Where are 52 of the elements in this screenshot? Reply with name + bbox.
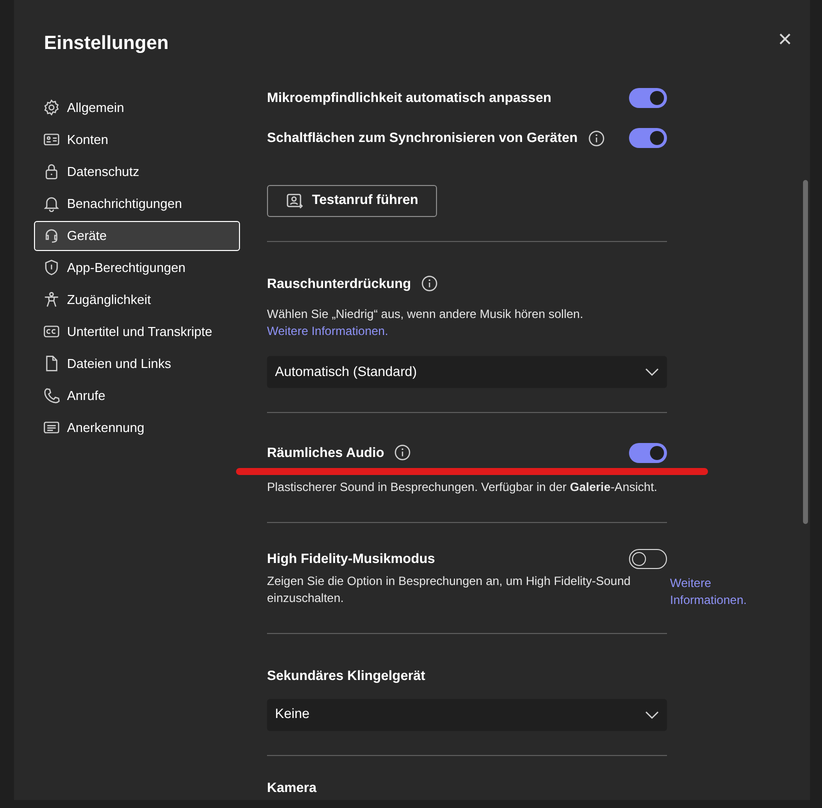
- document-icon: [43, 355, 60, 372]
- setting-title: Schaltflächen zum Synchronisieren von Geräten: [267, 129, 578, 148]
- dropdown[interactable]: Automatisch (Standard): [267, 356, 667, 388]
- setting-title: High Fidelity-Musikmodus: [267, 550, 436, 568]
- sidebar-item[interactable]: Dateien und Links: [34, 348, 240, 378]
- person-call-icon: [286, 192, 304, 210]
- bell-icon: [43, 195, 60, 212]
- setting-title: Sekundäres Klingelgerät: [267, 667, 426, 686]
- setting-description: Wählen Sie „Niedrig“ aus, wenn andere Musik hören sollen. Weitere Informationen.: [267, 306, 584, 340]
- more-info-link[interactable]: Weitere Informationen.: [670, 575, 760, 610]
- info-icon[interactable]: [588, 130, 605, 147]
- sidebar-item[interactable]: Konten: [34, 124, 240, 154]
- sidebar-item[interactable]: Untertitel und Transkripte: [34, 316, 240, 346]
- more-info-link[interactable]: Weitere Informationen.: [267, 324, 388, 338]
- close-button[interactable]: ×: [778, 28, 792, 52]
- toggle-switch[interactable]: [629, 442, 667, 463]
- info-icon[interactable]: [421, 275, 438, 292]
- info-icon[interactable]: [394, 444, 412, 462]
- sidebar-item[interactable]: Datenschutz: [34, 156, 240, 186]
- setting-description: Plastischerer Sound in Besprechungen. Verfügbar in der Galerie-Ansicht.: [267, 479, 658, 496]
- headset-icon: [43, 227, 60, 244]
- shield-icon: [43, 259, 60, 276]
- sidebar-item[interactable]: Anrufe: [34, 380, 240, 410]
- lock-icon: [43, 163, 60, 180]
- person-icon: [43, 291, 60, 308]
- scrollbar[interactable]: [803, 180, 808, 524]
- text-lines-icon: [43, 419, 60, 436]
- sidebar-item[interactable]: Geräte: [34, 220, 240, 250]
- dialog-title: Einstellungen: [43, 32, 170, 56]
- sidebar-item[interactable]: App-Berechtigungen: [34, 252, 240, 282]
- chevron-down-icon: [645, 710, 659, 718]
- dropdown[interactable]: Keine: [267, 698, 667, 730]
- toggle-switch[interactable]: [629, 88, 667, 108]
- section-title: Kamera: [267, 778, 318, 796]
- setting-description: Zeigen Sie die Option in Besprechungen an, um High Fidelity-Sound einzuschalten.: [267, 573, 632, 608]
- sidebar-item[interactable]: Zugänglichkeit: [34, 284, 240, 314]
- gear-icon: [43, 99, 60, 116]
- contact-card-icon: [43, 131, 60, 148]
- dropdown-value: Keine: [275, 705, 310, 724]
- captions-icon: [43, 323, 60, 340]
- chevron-down-icon: [645, 368, 659, 376]
- sidebar-item[interactable]: Allgemein: [34, 92, 240, 122]
- test-call-button[interactable]: Testanruf führen: [267, 184, 438, 216]
- toggle-switch[interactable]: [629, 549, 667, 570]
- sidebar-item[interactable]: Benachrichtigungen: [34, 188, 240, 218]
- setting-title: Rauschunterdrückung: [267, 274, 412, 293]
- toggle-switch[interactable]: [629, 128, 667, 148]
- phone-icon: [43, 387, 60, 404]
- dropdown-value: Automatisch (Standard): [275, 362, 417, 381]
- sidebar-item[interactable]: Anerkennung: [34, 412, 240, 442]
- setting-title: Mikroempfindlichkeit automatisch anpassen: [267, 89, 552, 107]
- setting-title: Räumliches Audio: [267, 444, 384, 462]
